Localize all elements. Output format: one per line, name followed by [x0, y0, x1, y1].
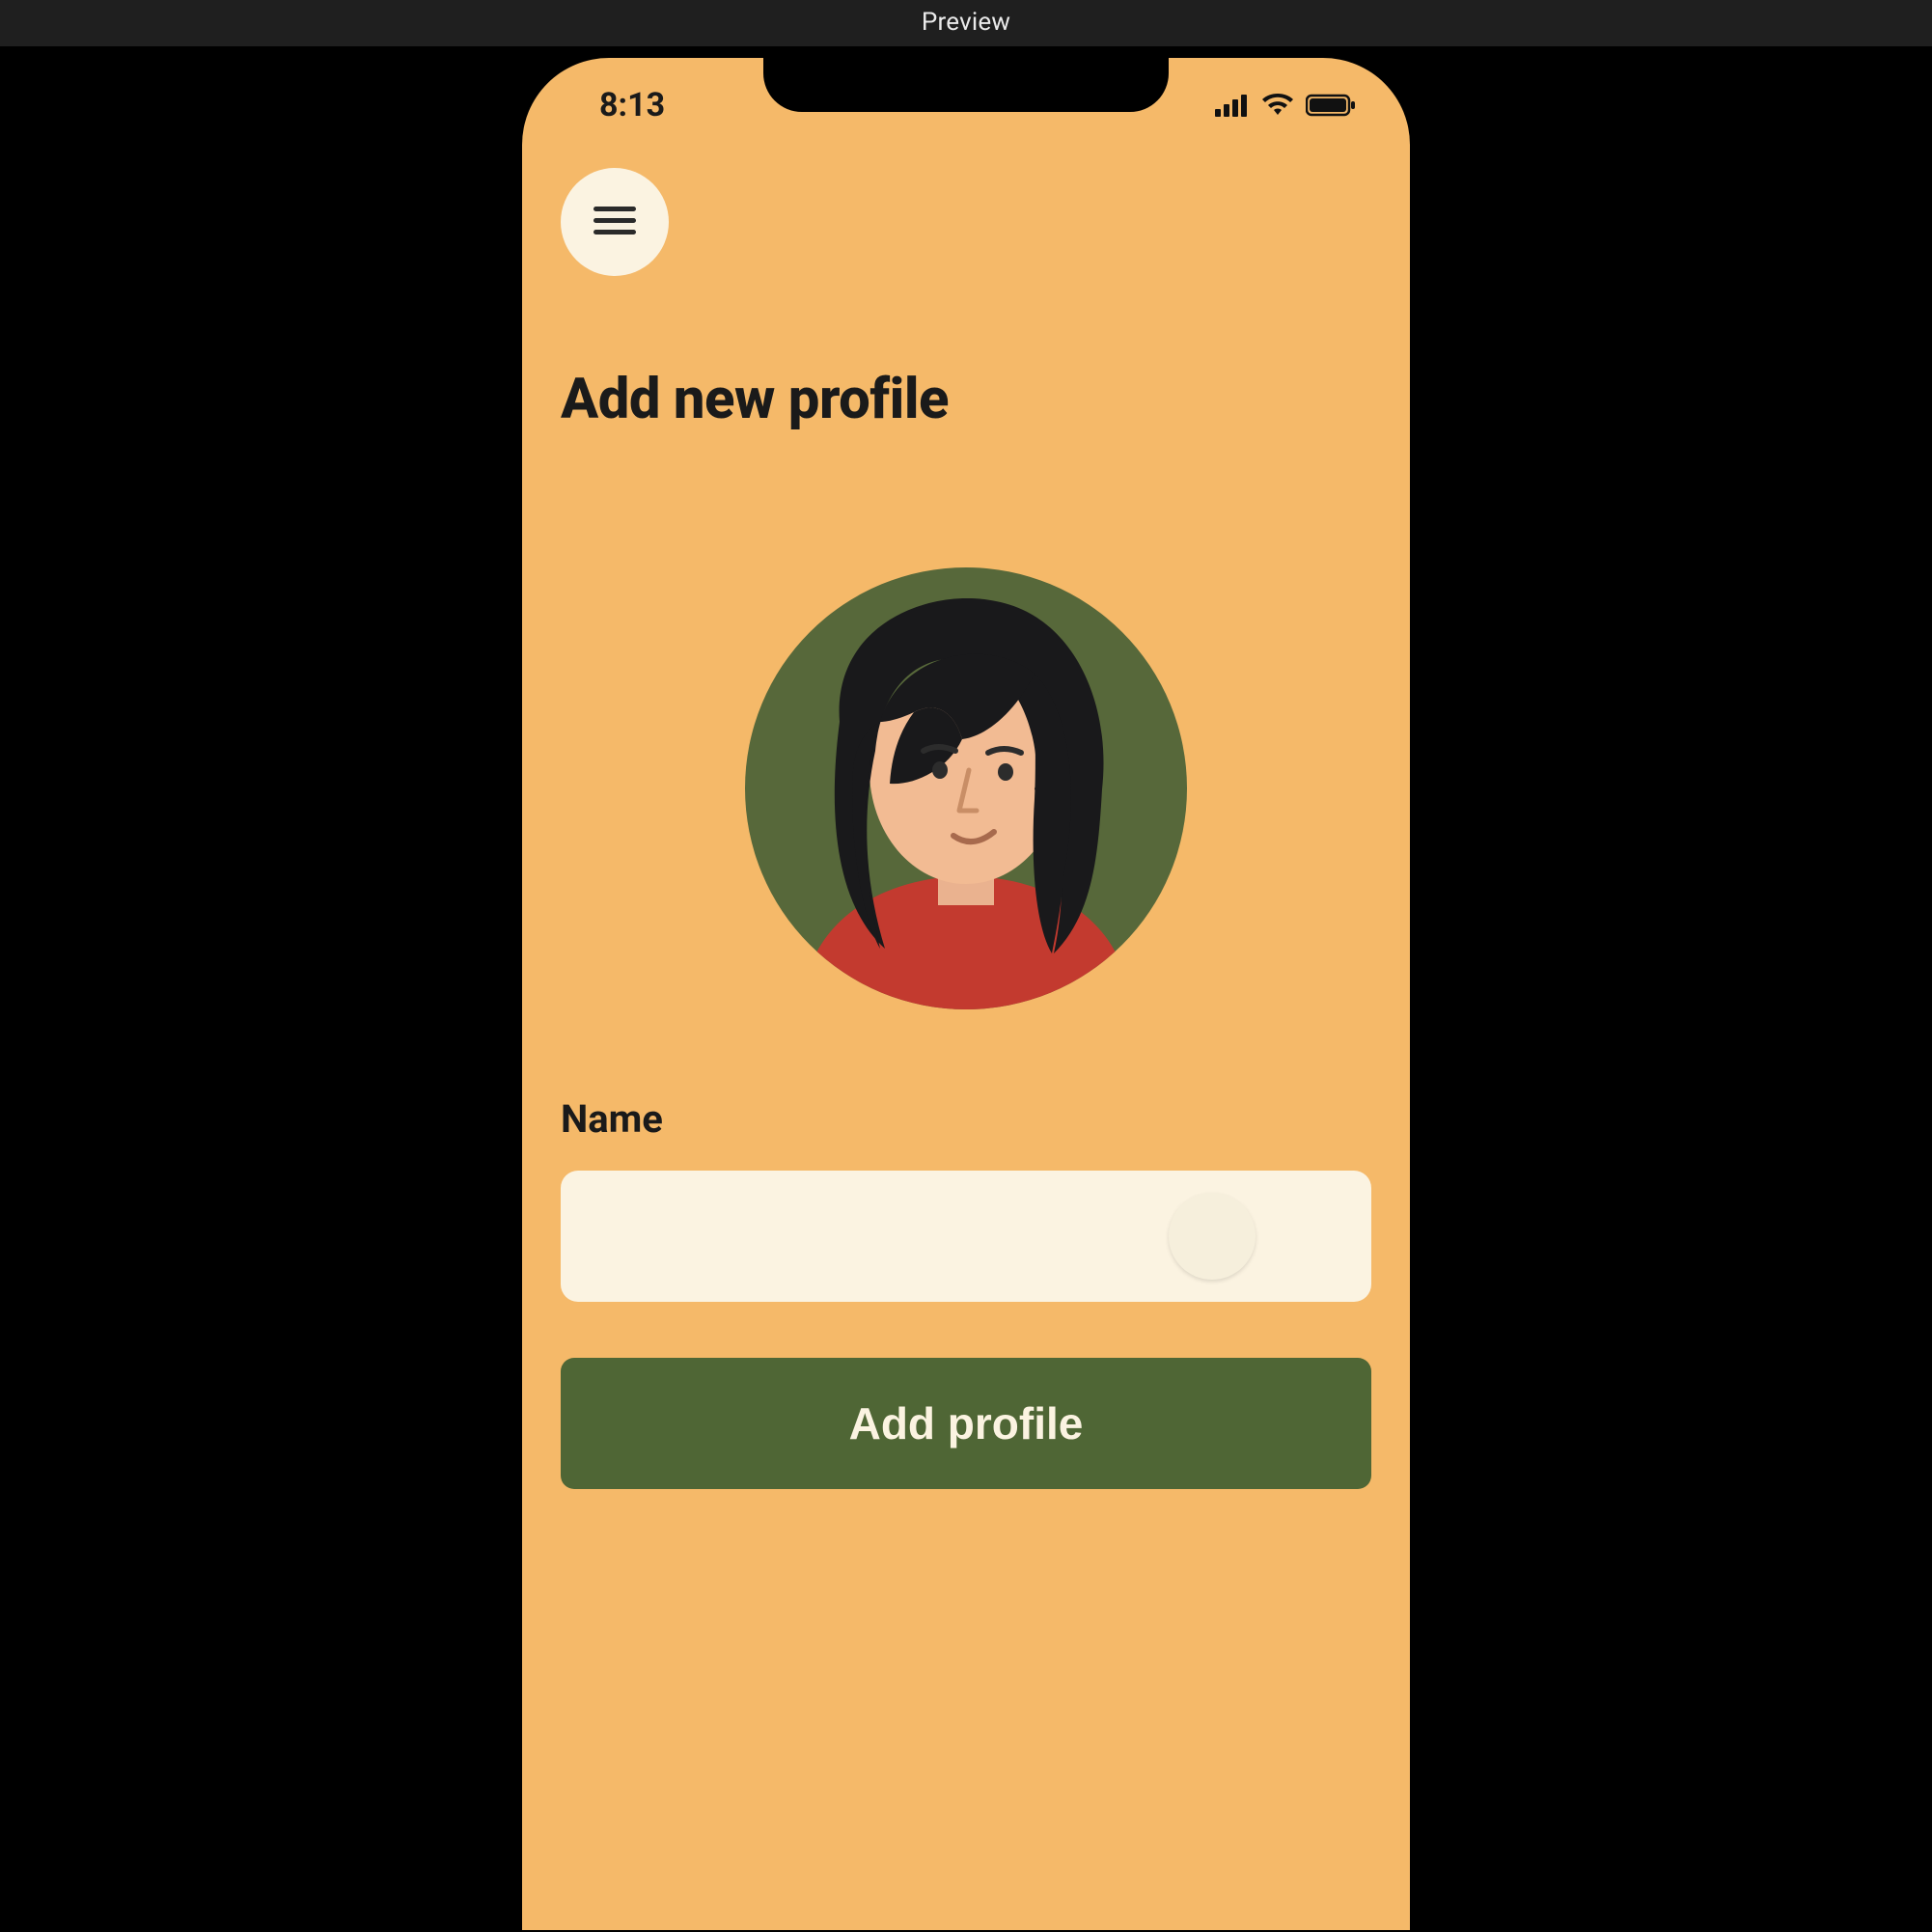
phone-frame: 8:13	[522, 58, 1410, 1930]
add-profile-button-label: Add profile	[849, 1398, 1084, 1449]
cellular-icon	[1215, 94, 1250, 117]
screen-content: Add new profile	[522, 125, 1410, 1489]
voice-input-button[interactable]	[1169, 1193, 1256, 1280]
hamburger-icon	[593, 205, 636, 240]
page-title: Add new profile	[561, 367, 1371, 432]
status-time: 8:13	[599, 86, 665, 124]
avatar[interactable]	[745, 567, 1187, 1009]
preview-toolbar: Preview	[0, 0, 1932, 46]
device-notch	[763, 58, 1169, 112]
add-profile-button[interactable]: Add profile	[561, 1358, 1371, 1489]
preview-label: Preview	[922, 8, 1010, 37]
name-input-row	[561, 1171, 1371, 1302]
stage: 8:13	[0, 46, 1932, 1932]
avatar-illustration	[745, 567, 1187, 1009]
status-icons	[1215, 94, 1356, 117]
menu-button[interactable]	[561, 168, 669, 276]
battery-icon	[1306, 94, 1356, 117]
name-label: Name	[561, 1096, 1371, 1142]
wifi-icon	[1261, 94, 1294, 117]
avatar-container	[561, 567, 1371, 1009]
